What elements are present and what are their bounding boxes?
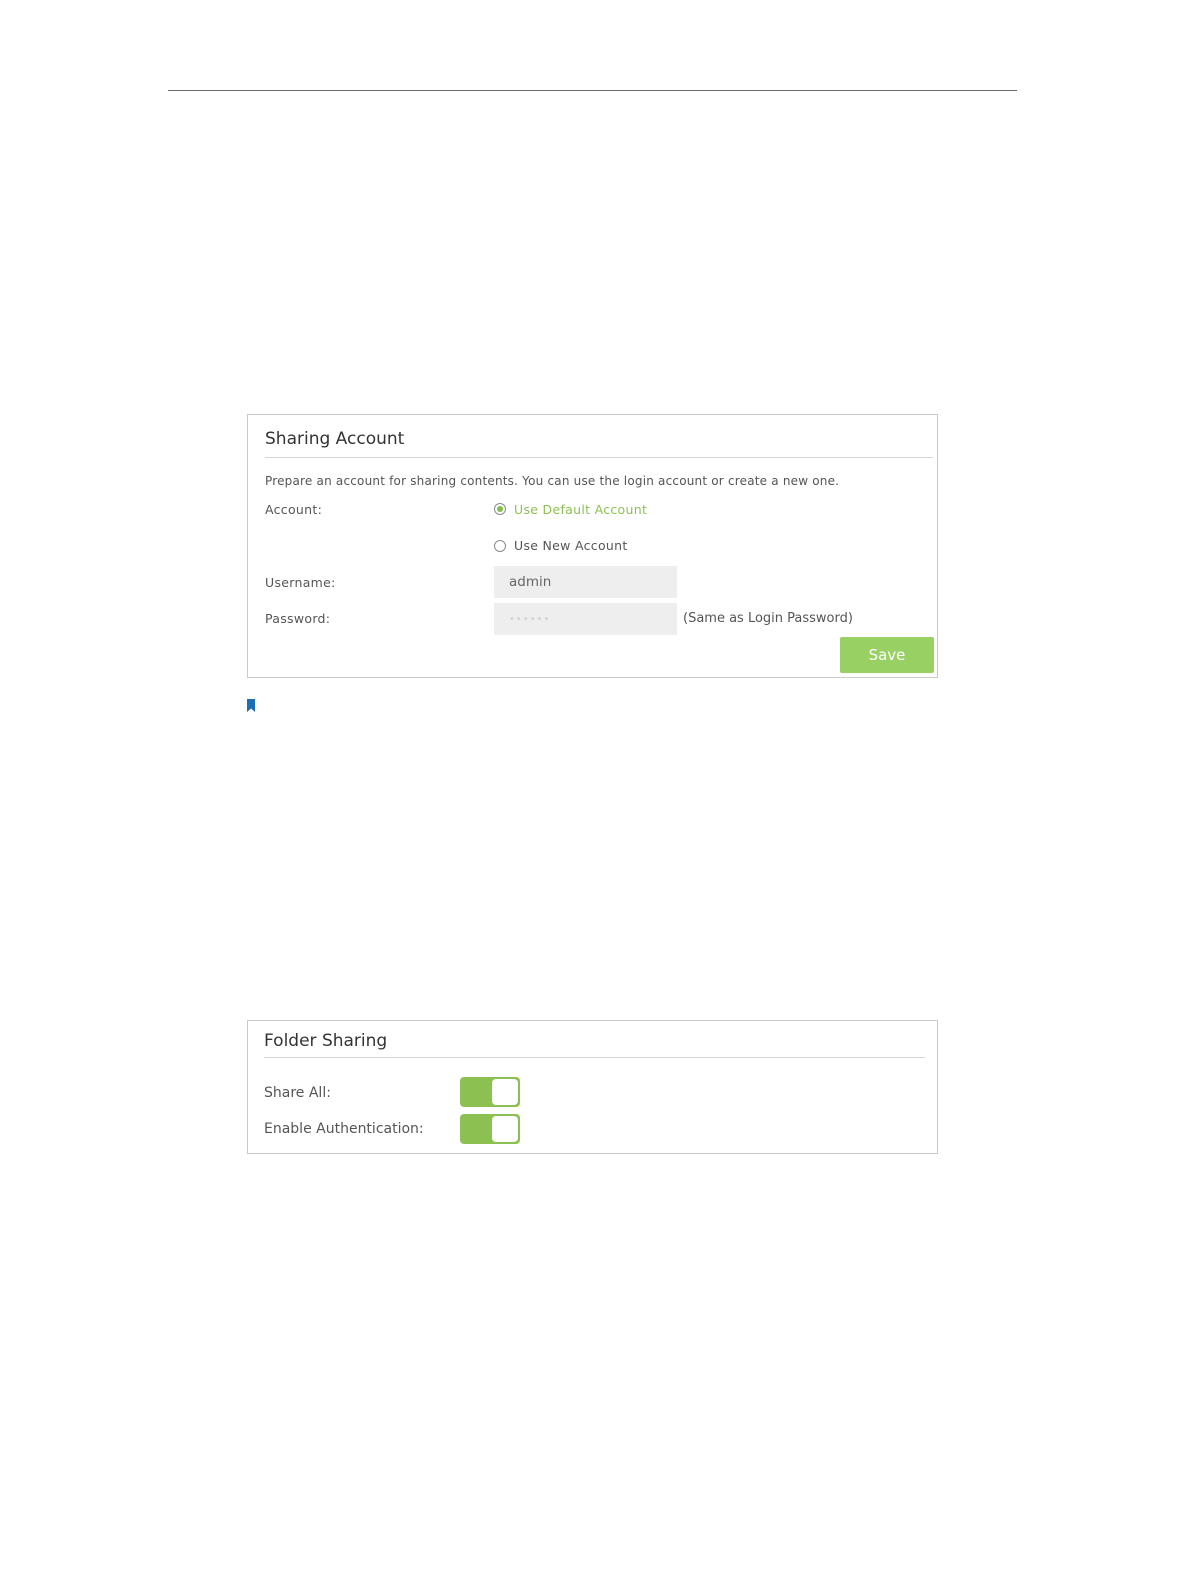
password-field[interactable]	[494, 603, 677, 635]
username-field[interactable]	[494, 566, 677, 598]
account-label: Account:	[265, 502, 323, 517]
share-all-label: Share All:	[264, 1085, 331, 1101]
save-button[interactable]: Save	[840, 637, 934, 673]
share-all-toggle[interactable]	[460, 1077, 520, 1107]
sharing-account-description: Prepare an account for sharing contents.…	[265, 474, 840, 488]
sharing-account-title: Sharing Account	[265, 429, 405, 449]
bookmark-icon	[247, 699, 255, 712]
enable-authentication-label: Enable Authentication:	[264, 1121, 424, 1137]
page-header-rule	[168, 90, 1017, 91]
toggle-knob	[492, 1116, 518, 1142]
new-account-option[interactable]: Use New Account	[514, 538, 628, 553]
folder-sharing-title: Folder Sharing	[264, 1031, 388, 1051]
username-label: Username:	[265, 575, 336, 590]
enable-authentication-toggle[interactable]	[460, 1114, 520, 1144]
password-hint: (Same as Login Password)	[683, 611, 853, 626]
default-account-radio[interactable]	[494, 503, 506, 515]
sharing-account-title-divider	[265, 457, 933, 458]
radio-selected-dot	[497, 506, 503, 512]
default-account-option[interactable]: Use Default Account	[514, 502, 647, 517]
password-label: Password:	[265, 611, 331, 626]
folder-sharing-title-divider	[264, 1057, 925, 1058]
new-account-radio[interactable]	[494, 540, 506, 552]
toggle-knob	[492, 1079, 518, 1105]
